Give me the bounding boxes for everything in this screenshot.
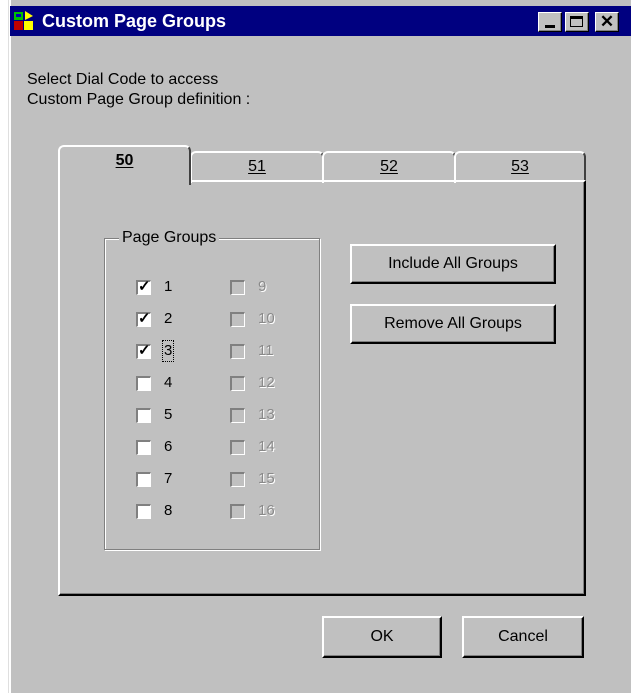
checkbox-label: 5 — [164, 406, 173, 423]
page-group-checkbox-3[interactable]: 3 — [136, 340, 206, 364]
checkbox-unchecked-icon[interactable] — [136, 472, 151, 487]
cancel-button[interactable]: Cancel — [462, 616, 584, 658]
checkbox-unchecked-icon — [230, 408, 245, 423]
tab-51[interactable]: 51 — [190, 151, 324, 183]
tab-label: 52 — [380, 158, 398, 175]
checkbox-unchecked-icon — [230, 344, 245, 359]
instruction-line-1: Select Dial Code to access — [27, 71, 219, 88]
tab-label: 53 — [511, 158, 529, 175]
instruction-text: Select Dial Code to access Custom Page G… — [27, 70, 250, 110]
checkbox-label: 16 — [258, 502, 275, 519]
instruction-line-2: Custom Page Group definition : — [27, 91, 251, 108]
checkbox-label: 13 — [258, 406, 275, 423]
title-bar[interactable]: Custom Page Groups ✕ — [10, 6, 631, 36]
close-icon: ✕ — [599, 12, 615, 31]
page-groups-label: Page Groups — [119, 228, 220, 248]
checkbox-unchecked-icon[interactable] — [136, 440, 151, 455]
checkbox-checked-icon[interactable] — [136, 310, 151, 328]
page-group-checkbox-8[interactable]: 8 — [136, 502, 206, 524]
checkbox-unchecked-icon[interactable] — [136, 408, 151, 423]
page-group-checkbox-16: 16 — [230, 502, 300, 524]
checkbox-label: 6 — [164, 438, 173, 455]
checkbox-unchecked-icon[interactable] — [136, 504, 151, 519]
page-group-checkbox-14: 14 — [230, 438, 300, 460]
page-group-checkbox-4[interactable]: 4 — [136, 374, 206, 396]
page-group-checkbox-5[interactable]: 5 — [136, 406, 206, 428]
checkbox-label: 1 — [164, 278, 173, 295]
dial-code-tabs: 50 51 52 53 — [58, 145, 586, 185]
window-title: Custom Page Groups — [42, 11, 227, 31]
page-group-checkbox-10: 10 — [230, 310, 300, 332]
page-group-checkbox-15: 15 — [230, 470, 300, 492]
checkbox-unchecked-icon — [230, 472, 245, 487]
minimize-button[interactable] — [538, 12, 562, 32]
app-icon — [14, 11, 33, 30]
page-group-checkbox-11: 11 — [230, 342, 300, 364]
tab-50[interactable]: 50 — [58, 145, 191, 185]
checkbox-checked-icon[interactable] — [136, 342, 151, 360]
checkbox-label: 12 — [258, 374, 275, 391]
page-group-checkbox-6[interactable]: 6 — [136, 438, 206, 460]
include-all-groups-button[interactable]: Include All Groups — [350, 244, 556, 284]
checkbox-label: 14 — [258, 438, 275, 455]
checkbox-label: 4 — [164, 374, 173, 391]
page-group-checkbox-7[interactable]: 7 — [136, 470, 206, 492]
checkbox-unchecked-icon — [230, 504, 245, 519]
checkbox-label: 8 — [164, 502, 173, 519]
checkbox-label: 2 — [164, 310, 173, 327]
page-group-checkbox-2[interactable]: 2 — [136, 310, 206, 332]
tab-label: 51 — [248, 158, 266, 175]
ok-button[interactable]: OK — [322, 616, 442, 658]
checkbox-label: 11 — [258, 342, 274, 359]
remove-all-groups-button[interactable]: Remove All Groups — [350, 304, 556, 344]
checkbox-unchecked-icon — [230, 376, 245, 391]
page-group-checkbox-12: 12 — [230, 374, 300, 396]
tab-53[interactable]: 53 — [454, 151, 586, 183]
tab-label: 50 — [115, 152, 134, 169]
page-group-checkbox-13: 13 — [230, 406, 300, 428]
tab-52[interactable]: 52 — [322, 151, 456, 183]
maximize-button[interactable] — [565, 12, 589, 32]
checkbox-unchecked-icon[interactable] — [136, 376, 151, 391]
checkbox-label: 3 — [161, 340, 175, 362]
checkbox-label: 7 — [164, 470, 173, 487]
page-group-checkbox-1[interactable]: 1 — [136, 278, 206, 300]
checkbox-label: 9 — [258, 278, 267, 295]
checkbox-label: 10 — [258, 310, 275, 327]
close-button[interactable]: ✕ — [595, 12, 619, 32]
checkbox-checked-icon[interactable] — [136, 278, 151, 296]
checkbox-unchecked-icon — [230, 440, 245, 455]
checkbox-unchecked-icon — [230, 312, 245, 327]
page-group-checkbox-9: 9 — [230, 278, 300, 300]
checkbox-label: 15 — [258, 470, 275, 487]
checkbox-unchecked-icon — [230, 280, 245, 295]
